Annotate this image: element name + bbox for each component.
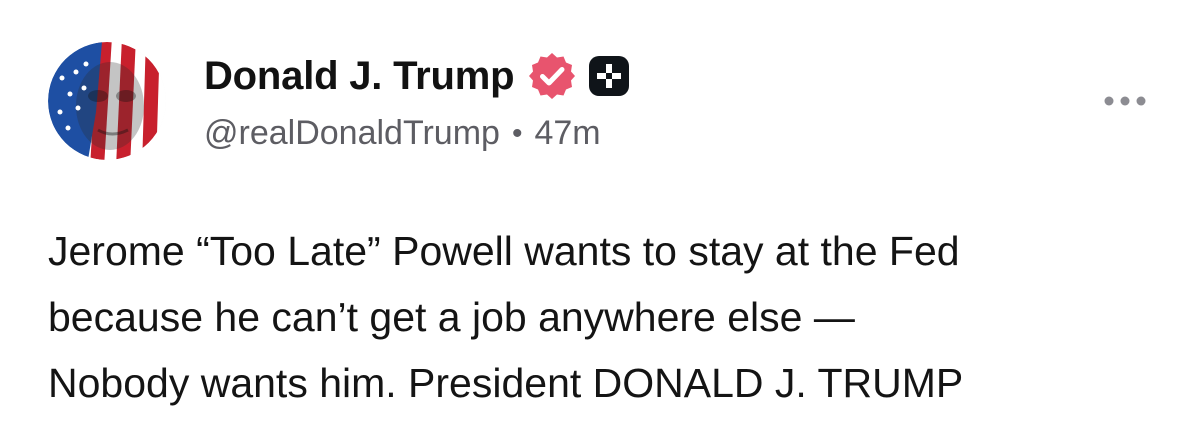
handle-row: @realDonaldTrump • 47m xyxy=(204,114,601,153)
post-card: Donald J. Trump @realDonaldTrump • 47m J… xyxy=(0,0,1200,442)
post-body-line: because he can’t get a job anywhere else… xyxy=(48,294,855,340)
verified-badge-icon xyxy=(529,53,576,99)
flag-portrait-avatar xyxy=(48,42,166,160)
plus-badge-icon xyxy=(589,56,630,96)
post-body-line: Jerome “Too Late” Powell wants to stay a… xyxy=(48,228,960,274)
post-body-line: Nobody wants him. President DONALD J. TR… xyxy=(48,360,964,406)
author-row: Donald J. Trump xyxy=(204,50,630,102)
author-handle[interactable]: @realDonaldTrump xyxy=(204,114,500,153)
author-display-name[interactable]: Donald J. Trump xyxy=(204,54,515,99)
avatar[interactable] xyxy=(48,42,166,160)
more-options-icon xyxy=(1104,96,1146,106)
post-body: Jerome “Too Late” Powell wants to stay a… xyxy=(48,218,1168,416)
more-options-button[interactable] xyxy=(1102,92,1148,110)
post-timestamp[interactable]: 47m xyxy=(534,114,600,153)
separator-dot: • xyxy=(511,116,523,150)
